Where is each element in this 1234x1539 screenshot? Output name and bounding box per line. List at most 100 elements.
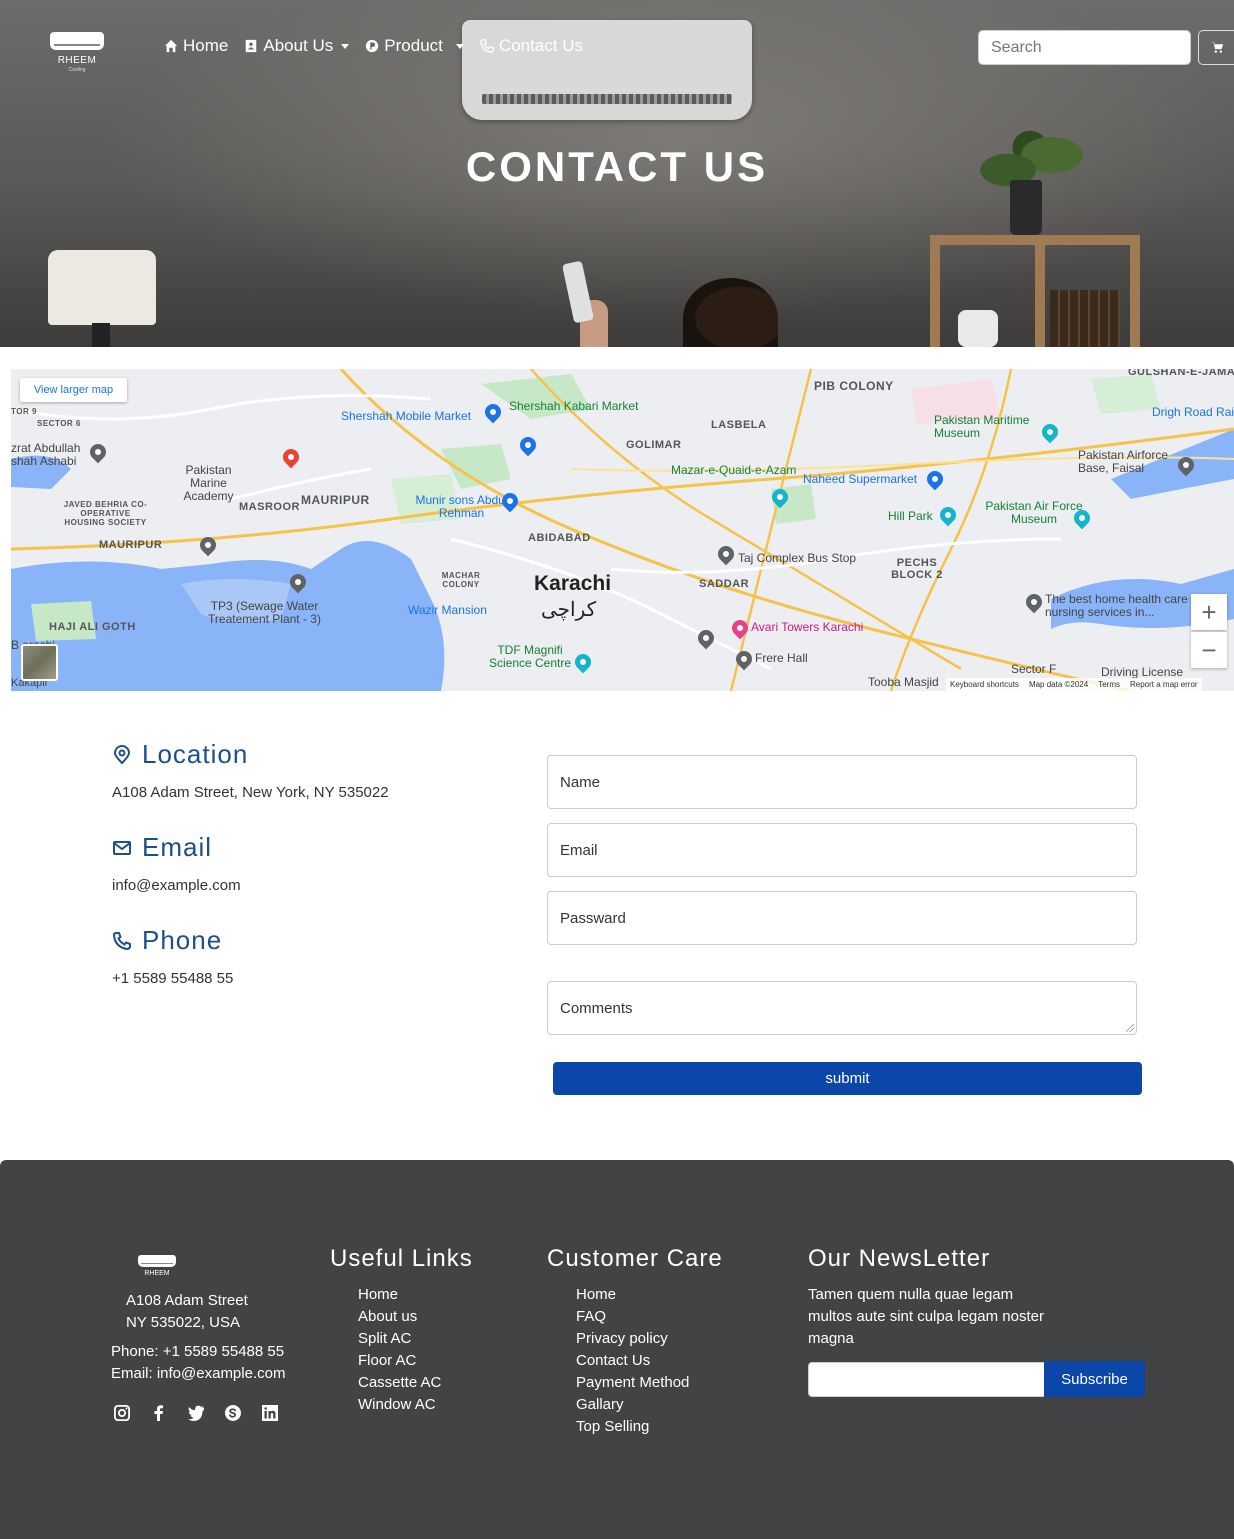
envelope-icon bbox=[113, 840, 131, 855]
social-links bbox=[112, 1403, 280, 1423]
map-label: SECTOR 6 bbox=[37, 419, 81, 428]
nav-item-label: Contact Us bbox=[498, 36, 583, 55]
twitter-icon[interactable] bbox=[186, 1403, 206, 1423]
map-label: MASROOR bbox=[239, 501, 300, 513]
location-heading: Location bbox=[112, 739, 389, 770]
comments-placeholder: Comments bbox=[560, 999, 633, 1017]
brand-logo[interactable]: RHEEM Cooling bbox=[48, 32, 106, 76]
map-label: TOR 9 bbox=[11, 407, 37, 416]
useful-links-list: Home About us Split AC Floor AC Cassette… bbox=[358, 1284, 441, 1416]
nav-item-about[interactable]: About Us bbox=[244, 36, 350, 56]
map-label: Taj Complex Bus Stop bbox=[738, 551, 857, 565]
map-label: TDF Magnifi Science Centre bbox=[488, 643, 572, 670]
newsletter-email-input[interactable] bbox=[808, 1362, 1046, 1397]
footer-logo[interactable]: RHEEM bbox=[138, 1255, 176, 1285]
password-field[interactable]: Passward bbox=[547, 891, 1137, 945]
satellite-toggle[interactable] bbox=[21, 644, 58, 681]
map-label: PECHS BLOCK 2 bbox=[891, 557, 943, 581]
footer-link-privacy[interactable]: Privacy policy bbox=[576, 1328, 689, 1350]
map-label: Avari Towers Karachi bbox=[751, 620, 864, 634]
footer-link-window-ac[interactable]: Window AC bbox=[358, 1394, 441, 1416]
resize-handle-icon[interactable] bbox=[1126, 1024, 1134, 1032]
linkedin-icon[interactable] bbox=[260, 1403, 280, 1423]
chevron-down-icon bbox=[341, 43, 350, 49]
footer-link-split-ac[interactable]: Split AC bbox=[358, 1328, 441, 1350]
map-label: Wazir Mansion bbox=[408, 603, 487, 617]
nav-item-label: Home bbox=[183, 36, 229, 55]
map-label: Pakistan Maritime Museum bbox=[934, 413, 1030, 440]
map-city-label: Karachi bbox=[534, 572, 612, 595]
footer-link-top-selling[interactable]: Top Selling bbox=[576, 1416, 689, 1438]
footer-address-line1: A108 Adam Street bbox=[126, 1292, 248, 1309]
phone-block: Phone +1 5589 55488 55 bbox=[112, 925, 233, 987]
map-city-urdu-label: کراچی bbox=[541, 599, 597, 621]
email-title: Email bbox=[142, 832, 213, 862]
map-label: ABIDABAD bbox=[528, 532, 591, 544]
footer-phone: Phone: +1 5589 55488 55 bbox=[111, 1343, 285, 1360]
instagram-icon[interactable] bbox=[112, 1403, 132, 1423]
email-field[interactable]: Email bbox=[547, 823, 1137, 877]
subscribe-button[interactable]: Subscribe bbox=[1044, 1361, 1145, 1397]
id-card-icon bbox=[246, 39, 257, 53]
map-label: Driving License bbox=[1101, 665, 1184, 679]
nav-item-product[interactable]: Product bbox=[365, 36, 464, 56]
footer-link-gallery[interactable]: Gallary bbox=[576, 1394, 689, 1416]
keyboard-shortcuts-link[interactable]: Keyboard shortcuts bbox=[950, 680, 1019, 689]
nav-item-home[interactable]: Home bbox=[164, 36, 228, 56]
comments-textarea[interactable]: Comments bbox=[547, 981, 1137, 1035]
facebook-icon[interactable] bbox=[149, 1403, 169, 1423]
footer-link-floor-ac[interactable]: Floor AC bbox=[358, 1350, 441, 1372]
phone-heading: Phone bbox=[112, 925, 233, 956]
footer-address-line2: NY 535022, USA bbox=[126, 1314, 240, 1331]
footer-link-home[interactable]: Home bbox=[358, 1284, 441, 1306]
map-label: Munir sons Abdul Rehman bbox=[415, 493, 508, 520]
nav-item-contact[interactable]: Contact Us bbox=[480, 36, 583, 56]
newsletter-text-line1: Tamen quem nulla quae legam bbox=[808, 1286, 1014, 1303]
map-pin-icon bbox=[113, 744, 131, 764]
map-label: Pakistan Airforce Base, Faisal bbox=[1078, 448, 1169, 475]
newsletter-text-line2: multos aute sint culpa legam noster bbox=[808, 1308, 1044, 1325]
map-label: Pakistan Marine Academy bbox=[183, 463, 234, 503]
report-error-link[interactable]: Report a map error bbox=[1130, 680, 1198, 689]
map-label: MAURIPUR bbox=[99, 539, 163, 551]
map-data-text: Map data ©2024 bbox=[1028, 680, 1089, 689]
product-icon bbox=[366, 39, 379, 53]
map-label: Pakistan Air Force Museum bbox=[985, 499, 1083, 526]
nav-item-label: Product bbox=[384, 36, 443, 55]
skype-icon[interactable] bbox=[223, 1403, 243, 1423]
footer-link-cassette-ac[interactable]: Cassette AC bbox=[358, 1372, 441, 1394]
footer-link-faq[interactable]: FAQ bbox=[576, 1306, 689, 1328]
submit-button[interactable]: submit bbox=[553, 1062, 1142, 1095]
map-label: Mazar-e-Quaid-e-Azam bbox=[671, 463, 797, 477]
footer-link-home[interactable]: Home bbox=[576, 1284, 689, 1306]
map-label: Shershah Kabari Market bbox=[509, 399, 639, 413]
main-nav: Home About Us Product Contact Us bbox=[164, 36, 583, 56]
chevron-down-icon bbox=[455, 43, 464, 49]
email-block: Email info@example.com bbox=[112, 832, 241, 894]
terms-link[interactable]: Terms bbox=[1098, 680, 1120, 689]
map-label: The best home health care nursing servic… bbox=[1045, 592, 1188, 619]
map-label: PIB COLONY bbox=[814, 379, 894, 393]
google-map[interactable]: View larger map PIB COLONY GULSHAN-E-JAM… bbox=[11, 369, 1234, 691]
view-larger-map-link[interactable]: View larger map bbox=[20, 378, 127, 402]
map-label: GOLIMAR bbox=[626, 439, 682, 451]
cart-button[interactable] bbox=[1198, 30, 1234, 65]
phone-text: +1 5589 55488 55 bbox=[112, 970, 234, 987]
air-conditioner-image bbox=[462, 20, 752, 120]
name-field[interactable]: Name bbox=[547, 755, 1137, 809]
map-label: HAJI ALI GOTH bbox=[49, 621, 136, 633]
home-icon bbox=[164, 39, 178, 53]
footer-link-contact[interactable]: Contact Us bbox=[576, 1350, 689, 1372]
map-label: Tooba Masjid bbox=[868, 675, 939, 689]
search-input[interactable] bbox=[978, 30, 1191, 65]
customer-care-heading: Customer Care bbox=[547, 1245, 723, 1272]
location-block: Location A108 Adam Street, New York, NY … bbox=[112, 739, 389, 801]
footer-link-about[interactable]: About us bbox=[358, 1306, 441, 1328]
footer-link-payment[interactable]: Payment Method bbox=[576, 1372, 689, 1394]
customer-care-list: Home FAQ Privacy policy Contact Us Payme… bbox=[576, 1284, 689, 1438]
lamp-base bbox=[92, 323, 110, 347]
map-footer: Keyboard shortcuts Map data ©2024 Terms … bbox=[946, 678, 1202, 691]
email-heading: Email bbox=[112, 832, 241, 863]
zoom-out-button[interactable]: − bbox=[1191, 632, 1227, 668]
zoom-in-button[interactable]: + bbox=[1191, 594, 1227, 630]
